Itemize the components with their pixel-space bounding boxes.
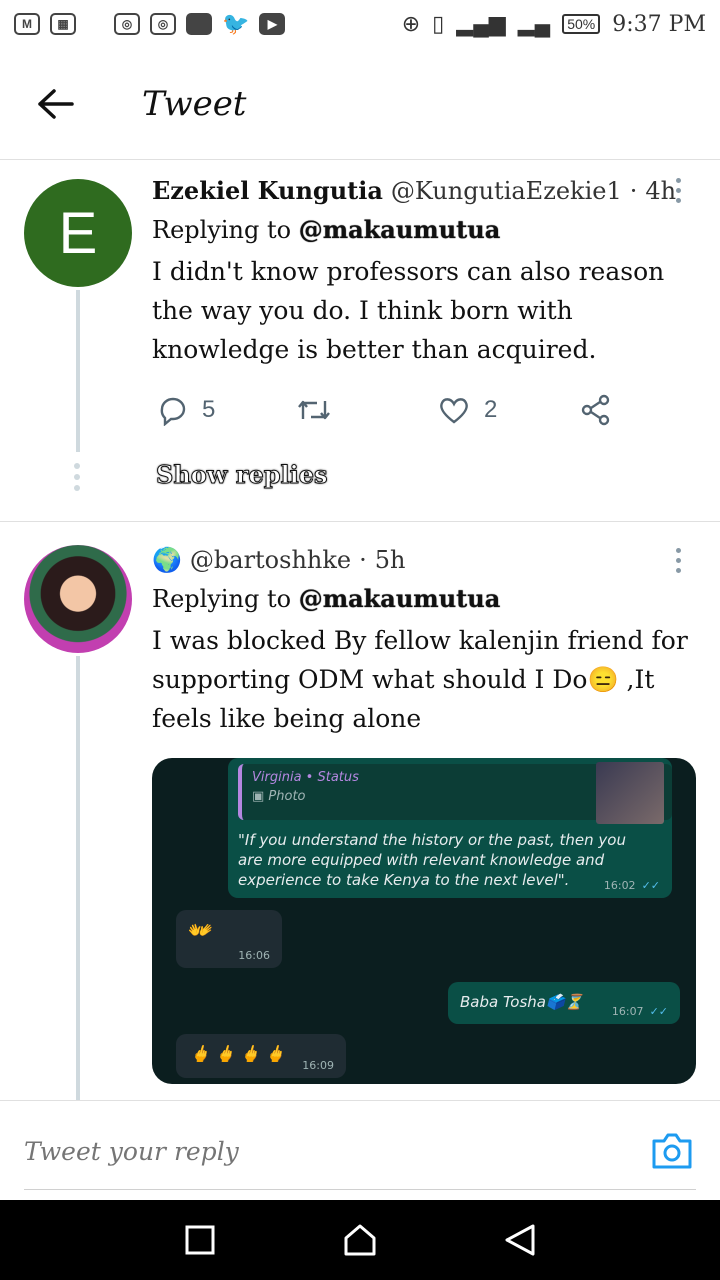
signal-icon: ▂▄▆ <box>456 11 506 36</box>
chat-message-time: 16:07 ✓✓ <box>611 1005 668 1018</box>
like-button[interactable]: 2 <box>438 395 580 425</box>
signal-icon: ▂▄ <box>517 11 551 36</box>
chat-message-text: Baba Tosha🗳️⏳ <box>460 993 584 1011</box>
back-button[interactable] <box>26 74 86 134</box>
quote-thumbnail <box>596 762 664 824</box>
tweet-media-image[interactable]: Virginia • Status ▣ Photo "If you unders… <box>152 758 696 1084</box>
status-bar: M ▦ ◎ ◎ 🐦 ▶ ⊕ ▯ ▂▄▆ ▂▄ 50% 9:37 PM <box>0 0 720 48</box>
reply-button[interactable]: 5 <box>156 394 296 426</box>
tweet-meta: 🌍 @bartoshhke · 5h <box>152 546 698 574</box>
tweet-time: 5h <box>374 546 406 574</box>
gallery-icon: ▦ <box>50 13 76 35</box>
share-button[interactable] <box>580 394 612 426</box>
recents-button[interactable] <box>175 1215 225 1265</box>
avatar[interactable]: E <box>24 179 132 287</box>
youtube-icon: ▶ <box>259 13 286 35</box>
reply-bar <box>0 1100 720 1200</box>
instagram-icon: ◎ <box>150 13 176 35</box>
separator-dot: · <box>629 176 638 205</box>
author-handle[interactable]: @KungutiaEzekie1 <box>391 177 622 205</box>
home-button[interactable] <box>335 1215 385 1265</box>
tweet-content: Ezekiel Kungutia @KungutiaEzekie1 · 4h R… <box>152 176 698 369</box>
chat-message-time: 16:09 <box>302 1059 334 1072</box>
heart-icon <box>440 398 468 424</box>
separator-dot: · <box>359 546 367 574</box>
avatar[interactable] <box>24 545 132 653</box>
vibrate-icon: ▯ <box>432 11 445 36</box>
app-icon <box>186 13 212 35</box>
camera-icon <box>652 1133 692 1169</box>
tweet-meta: Ezekiel Kungutia @KungutiaEzekie1 · 4h <box>152 176 698 205</box>
chat-message-text: 🖕 🖕 🖕 🖕 <box>190 1044 285 1063</box>
mention-link[interactable]: @makaumutua <box>299 584 501 613</box>
reply-underline <box>24 1189 696 1190</box>
replying-label: Replying to <box>152 585 292 613</box>
chat-message-time: 16:06 <box>238 949 270 962</box>
chat-bubble-outgoing: Baba Tosha🗳️⏳ 16:07 ✓✓ <box>448 982 680 1024</box>
clock: 9:37 PM <box>612 11 706 37</box>
status-bar-left: M ▦ ◎ ◎ 🐦 ▶ <box>14 11 286 37</box>
tweet-1[interactable]: E Ezekiel Kungutia @KungutiaEzekie1 · 4h… <box>0 160 720 521</box>
back-nav-button[interactable] <box>495 1215 545 1265</box>
retweet-button[interactable] <box>296 395 438 425</box>
like-count: 2 <box>484 396 498 423</box>
page-title: Tweet <box>142 83 247 124</box>
author-handle[interactable]: @bartoshhke <box>190 546 351 574</box>
battery-indicator: 50% <box>562 14 601 34</box>
author-name[interactable]: Ezekiel Kungutia <box>152 176 383 205</box>
tweet-text: I was blocked By fellow kalenjin friend … <box>152 626 688 733</box>
system-nav-bar <box>0 1200 720 1280</box>
tweet-content: 🌍 @bartoshhke · 5h Replying to @makaumut… <box>152 546 698 738</box>
chat-bubble-quoted: Virginia • Status ▣ Photo "If you unders… <box>228 758 672 898</box>
avatar-letter: E <box>58 200 98 266</box>
tweet-actions: 5 2 <box>156 394 612 426</box>
mention-link[interactable]: @makaumutua <box>299 215 501 244</box>
globe-icon: 🌍 <box>152 546 182 574</box>
square-icon <box>185 1225 215 1255</box>
replying-label: Replying to <box>152 216 292 244</box>
reply-count: 5 <box>202 396 216 423</box>
replying-to: Replying to @makaumutua <box>152 215 698 244</box>
twitter-icon: 🐦 <box>222 11 250 36</box>
thread-dots <box>74 463 80 491</box>
status-bar-right: ⊕ ▯ ▂▄▆ ▂▄ 50% 9:37 PM <box>402 11 706 37</box>
reply-icon <box>160 397 186 426</box>
camera-button[interactable] <box>650 1129 694 1173</box>
home-icon <box>344 1224 376 1256</box>
share-icon <box>581 394 610 426</box>
chat-bubble-incoming: 👐 16:06 <box>176 910 282 968</box>
top-bar: Tweet <box>0 48 720 160</box>
instagram-icon: ◎ <box>114 13 140 35</box>
chat-bubble-incoming: 🖕 🖕 🖕 🖕 16:09 <box>176 1034 346 1078</box>
add-circle-icon: ⊕ <box>401 11 421 36</box>
tweet-text: I didn't know professors can also reason… <box>152 257 665 364</box>
show-replies-link[interactable]: Show replies <box>156 460 329 490</box>
thread-line <box>76 290 80 452</box>
replying-to: Replying to @makaumutua <box>152 584 698 613</box>
chat-message-text: 👐 <box>186 918 211 942</box>
triangle-back-icon <box>505 1224 535 1256</box>
thread-line <box>76 656 80 1100</box>
chat-message-time: 16:02 ✓✓ <box>603 879 660 892</box>
retweet-icon <box>298 400 330 420</box>
tweet-time: 4h <box>645 176 677 205</box>
back-arrow-icon <box>38 88 74 119</box>
reply-input[interactable] <box>24 1137 584 1166</box>
gmail-icon: M <box>14 13 40 35</box>
chat-message-text: "If you understand the history or the pa… <box>238 831 626 889</box>
